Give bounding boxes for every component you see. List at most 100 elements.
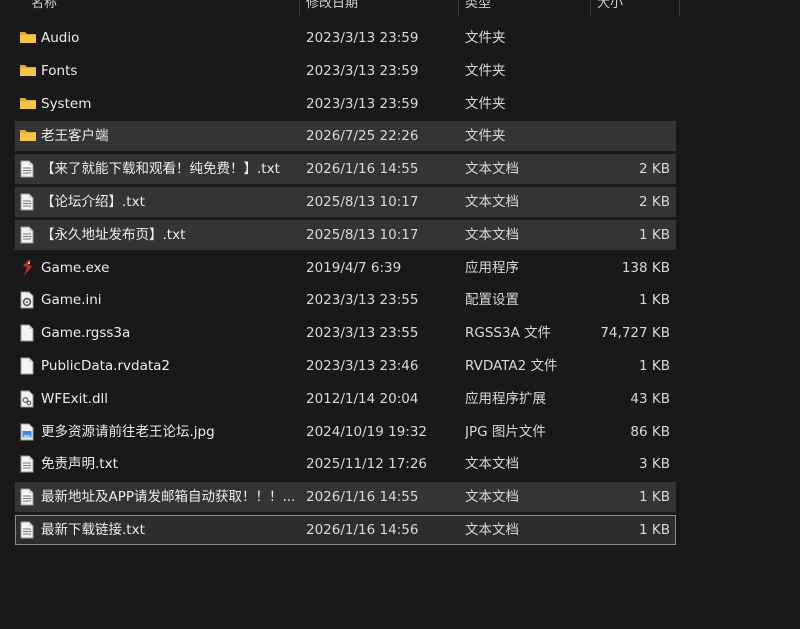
- file-name: 最新地址及APP请发邮箱自动获取！！！...: [41, 489, 296, 506]
- file-name: System: [41, 95, 92, 112]
- folder-icon: [19, 23, 37, 53]
- folder-icon: [19, 56, 37, 86]
- column-header-type[interactable]: 类型: [459, 0, 591, 16]
- column-header-size[interactable]: 大小: [591, 0, 680, 16]
- file-row[interactable]: 最新地址及APP请发邮箱自动获取！！！... 2026/1/16 14:55 文本文…: [15, 482, 676, 513]
- image-file-icon: [19, 417, 37, 447]
- file-date: 2012/1/14 20:04: [306, 390, 419, 407]
- file-date: 2023/3/13 23:59: [306, 95, 419, 112]
- file-size: [595, 56, 670, 86]
- file-date: 2026/1/16 14:56: [306, 521, 419, 538]
- file-date: 2023/3/13 23:59: [306, 62, 419, 79]
- column-header-name[interactable]: 名称: [25, 0, 300, 16]
- file-type: 文本文档: [465, 226, 519, 243]
- file-type: RGSS3A 文件: [465, 325, 552, 342]
- file-date: 2023/3/13 23:46: [306, 357, 419, 374]
- file-size: [595, 89, 670, 119]
- file-type: 文件夹: [465, 30, 506, 46]
- folder-icon: [19, 89, 37, 119]
- file-date: 2025/8/13 10:17: [306, 193, 419, 210]
- file-size: 138 KB: [621, 259, 670, 276]
- file-row[interactable]: 更多资源请前往老王论坛.jpg 2024/10/19 19:32 JPG 图片文件 8…: [15, 417, 676, 447]
- column-header-date[interactable]: 修改日期: [300, 0, 459, 16]
- text-file-icon: [19, 220, 37, 250]
- file-name: Fonts: [41, 62, 78, 79]
- file-row[interactable]: Game.exe 2019/4/7 6:39 应用程序 138 KB: [15, 253, 676, 283]
- file-date: 2026/7/25 22:26: [306, 128, 419, 145]
- file-type: 应用程序扩展: [465, 390, 546, 407]
- file-type: 应用程序: [465, 259, 519, 276]
- file-row[interactable]: 【论坛介绍】.txt 2025/8/13 10:17 文本文档 2 KB: [15, 186, 676, 217]
- file-date: 2026/1/16 14:55: [306, 489, 419, 506]
- file-name: PublicData.rvdata2: [41, 357, 171, 374]
- file-row[interactable]: WFExit.dll 2012/1/14 20:04 应用程序扩展 43 KB: [15, 384, 676, 414]
- file-size: 2 KB: [639, 193, 670, 210]
- file-type: 文本文档: [465, 489, 519, 506]
- file-size: 43 KB: [630, 390, 670, 407]
- file-size: 1 KB: [639, 226, 670, 243]
- file-row[interactable]: Fonts 2023/3/13 23:59 文件夹: [15, 56, 676, 86]
- file-type: 配置设置: [465, 292, 519, 309]
- file-name: 【来了就能下载和观看！纯免费！】.txt: [41, 161, 280, 178]
- file-row[interactable]: Game.ini 2023/3/13 23:55 配置设置 1 KB: [15, 285, 676, 315]
- file-name: 最新下载链接.txt: [41, 521, 145, 538]
- blank-file-icon: [19, 318, 37, 348]
- file-size: 74,727 KB: [600, 325, 670, 342]
- file-row[interactable]: 免责声明.txt 2025/11/12 17:26 文本文档 3 KB: [15, 449, 676, 479]
- file-size: [595, 23, 670, 53]
- file-row[interactable]: Audio 2023/3/13 23:59 文件夹: [15, 23, 676, 53]
- file-type: 文件夹: [465, 95, 506, 112]
- file-date: 2023/3/13 23:55: [306, 292, 419, 309]
- file-type: 文本文档: [465, 521, 519, 538]
- file-size: 86 KB: [630, 423, 670, 440]
- file-type: 文本文档: [465, 161, 519, 178]
- file-date: 2026/1/16 14:55: [306, 161, 419, 178]
- settings-file-icon: [19, 285, 37, 315]
- file-name: 更多资源请前往老王论坛.jpg: [41, 423, 215, 440]
- text-file-icon: [19, 449, 37, 479]
- file-size: [595, 121, 670, 151]
- file-name: WFExit.dll: [41, 390, 109, 407]
- text-file-icon: [19, 515, 37, 545]
- file-type: 文本文档: [465, 193, 519, 210]
- file-size: 1 KB: [639, 521, 670, 538]
- file-row[interactable]: 【来了就能下载和观看！纯免费！】.txt 2026/1/16 14:55 文本文档 2…: [15, 154, 676, 185]
- dll-icon: [19, 384, 37, 414]
- file-row[interactable]: 【永久地址发布页】.txt 2025/8/13 10:17 文本文档 1 KB: [15, 219, 676, 250]
- file-name: Game.exe: [41, 259, 110, 276]
- file-row[interactable]: PublicData.rvdata2 2023/3/13 23:46 RVDATA2…: [15, 351, 676, 381]
- exe-icon: [19, 253, 37, 283]
- file-date: 2019/4/7 6:39: [306, 259, 402, 276]
- file-type: 文本文档: [465, 456, 519, 473]
- file-row[interactable]: Game.rgss3a 2023/3/13 23:55 RGSS3A 文件 74,72…: [15, 318, 676, 348]
- file-name: 老王客户端: [41, 128, 109, 145]
- file-date: 2023/3/13 23:55: [306, 325, 419, 342]
- column-header-row: 名称 修改日期 类型 大小: [0, 0, 680, 16]
- text-file-icon: [19, 154, 37, 184]
- file-explorer-window: 名称 修改日期 类型 大小 Audio 2023/3/13 23:59 文件夹 Fon…: [0, 0, 800, 629]
- file-name: 免责声明.txt: [41, 456, 118, 473]
- file-size: 1 KB: [639, 357, 670, 374]
- file-date: 2025/11/12 17:26: [306, 456, 428, 473]
- file-row[interactable]: System 2023/3/13 23:59 文件夹: [15, 89, 676, 119]
- file-name: 【论坛介绍】.txt: [41, 193, 145, 210]
- file-name: 【永久地址发布页】.txt: [41, 226, 186, 243]
- file-row[interactable]: 最新下载链接.txt 2026/1/16 14:56 文本文档 1 KB: [15, 514, 676, 545]
- file-date: 2024/10/19 19:32: [306, 423, 428, 440]
- file-type: 文件夹: [465, 62, 506, 79]
- file-name: Game.ini: [41, 292, 102, 309]
- file-name: Audio: [41, 30, 80, 46]
- file-size: 1 KB: [639, 292, 670, 309]
- text-file-icon: [19, 482, 37, 512]
- file-row[interactable]: 老王客户端 2026/7/25 22:26 文件夹: [15, 121, 676, 152]
- file-type: RVDATA2 文件: [465, 357, 558, 374]
- file-type: 文件夹: [465, 128, 506, 145]
- file-date: 2023/3/13 23:59: [306, 30, 419, 46]
- text-file-icon: [19, 187, 37, 217]
- folder-icon: [19, 121, 37, 151]
- file-size: 1 KB: [639, 489, 670, 506]
- file-name: Game.rgss3a: [41, 325, 131, 342]
- blank-file-icon: [19, 351, 37, 381]
- file-type: JPG 图片文件: [465, 423, 546, 440]
- file-date: 2025/8/13 10:17: [306, 226, 419, 243]
